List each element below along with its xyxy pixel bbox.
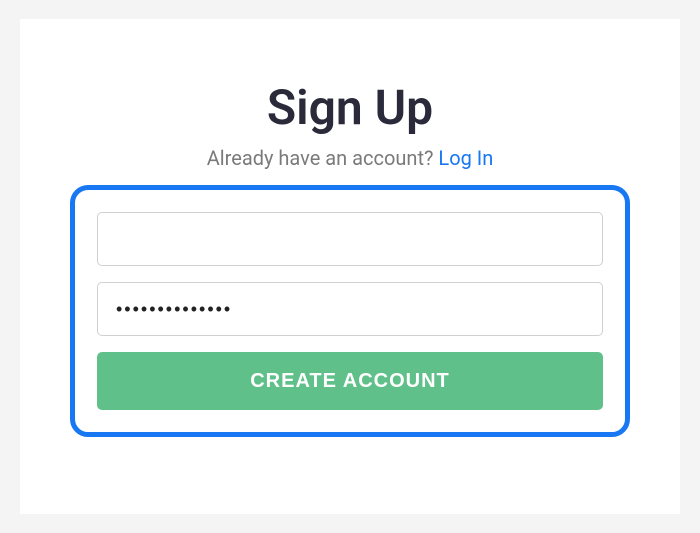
form-highlight-frame: CREATE ACCOUNT — [70, 185, 630, 437]
login-link[interactable]: Log In — [438, 146, 493, 170]
email-input[interactable] — [97, 212, 603, 266]
subtitle: Already have an account? Log In — [70, 146, 630, 170]
create-account-button[interactable]: CREATE ACCOUNT — [97, 352, 603, 410]
password-input[interactable] — [97, 282, 603, 336]
page-title: Sign Up — [70, 79, 630, 136]
subtitle-text: Already have an account? — [207, 146, 439, 170]
signup-card: Sign Up Already have an account? Log In … — [20, 19, 680, 514]
